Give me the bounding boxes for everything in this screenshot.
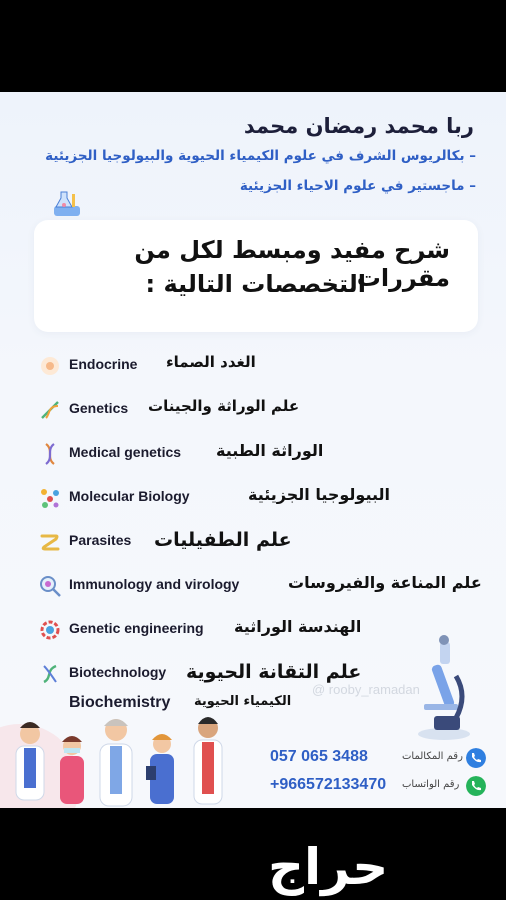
whatsapp-label: رقم الواتساب <box>402 779 460 790</box>
course-en: Genetic engineering <box>69 620 204 636</box>
headline-card: شرح مفيد ومبسط لكل من مقررات التخصصات ال… <box>34 220 478 332</box>
course-en: Biotechnology <box>69 664 167 680</box>
lab-flask-icon <box>54 191 80 216</box>
molecule-icon <box>41 489 59 508</box>
phone-label: رقم المكالمات <box>402 751 463 762</box>
course-en: Endocrine <box>69 356 138 372</box>
course-en: Genetics <box>69 400 129 416</box>
course-ar: البيولوجيا الجزيئية <box>248 485 391 504</box>
course-ar: علم التقانة الحيوية <box>186 661 362 683</box>
medical-staff-illustration <box>0 717 223 808</box>
course-ar: الوراثة الطبية <box>216 441 324 460</box>
poster: ربا محمد رمضان محمد – بكالريوس الشرف في … <box>0 92 506 808</box>
worm-icon <box>40 534 60 551</box>
dna-helix-icon <box>45 443 55 465</box>
course-item: Immunology and virology علم المناعة والف… <box>38 570 482 604</box>
watermark: @ rooby_ramadan <box>312 682 420 697</box>
biotech-icon <box>43 664 57 684</box>
course-item: Parasites علم الطفيليات <box>38 526 478 560</box>
course-item: Genetics علم الوراثة والجينات <box>38 394 478 428</box>
microscope-icon <box>418 635 470 740</box>
haraj-logo: حراج <box>268 838 389 896</box>
course-ar: الهندسة الوراثية <box>234 617 362 636</box>
top-letterbox <box>0 0 506 92</box>
gear-dna-icon <box>40 620 60 640</box>
virus-magnifier-icon <box>40 576 61 597</box>
phone-number[interactable]: 057 065 3488 <box>270 748 368 766</box>
course-en: Medical genetics <box>69 444 182 460</box>
whatsapp-number[interactable]: +966572133470 <box>270 776 386 794</box>
course-en: Parasites <box>69 532 132 548</box>
course-en: Molecular Biology <box>69 488 190 504</box>
whatsapp-icon[interactable] <box>466 776 486 796</box>
bottom-letterbox <box>0 808 506 900</box>
dna-icon <box>41 401 59 419</box>
course-ar: علم الطفيليات <box>154 529 292 551</box>
whatsapp-row: +966572133470 رقم الواتساب <box>270 776 490 798</box>
course-item: Genetic engineering الهندسة الوراثية <box>38 614 478 648</box>
degree-bachelor: – بكالريوس الشرف في علوم الكيمياء الحيوي… <box>45 148 476 164</box>
course-item: Endocrine الغدد الصماء <box>38 350 478 384</box>
phone-icon[interactable] <box>466 748 486 768</box>
headline-line-2: التخصصات التالية : <box>145 270 366 298</box>
course-ar: علم الوراثة والجينات <box>148 397 300 415</box>
gland-icon <box>41 357 59 375</box>
degree-master: – ماجستير في علوم الاحياء الجزيئية <box>239 178 476 194</box>
course-en: Immunology and virology <box>69 576 240 592</box>
course-ar: الغدد الصماء <box>166 353 256 371</box>
phone-row: 057 065 3488 رقم المكالمات <box>270 748 490 770</box>
course-item: Molecular Biology البيولوجيا الجزيئية <box>38 482 478 516</box>
course-ar: علم المناعة والفيروسات <box>288 573 482 592</box>
author-name: ربا محمد رمضان محمد <box>243 114 474 138</box>
course-item: Medical genetics الوراثة الطبية <box>38 438 478 472</box>
